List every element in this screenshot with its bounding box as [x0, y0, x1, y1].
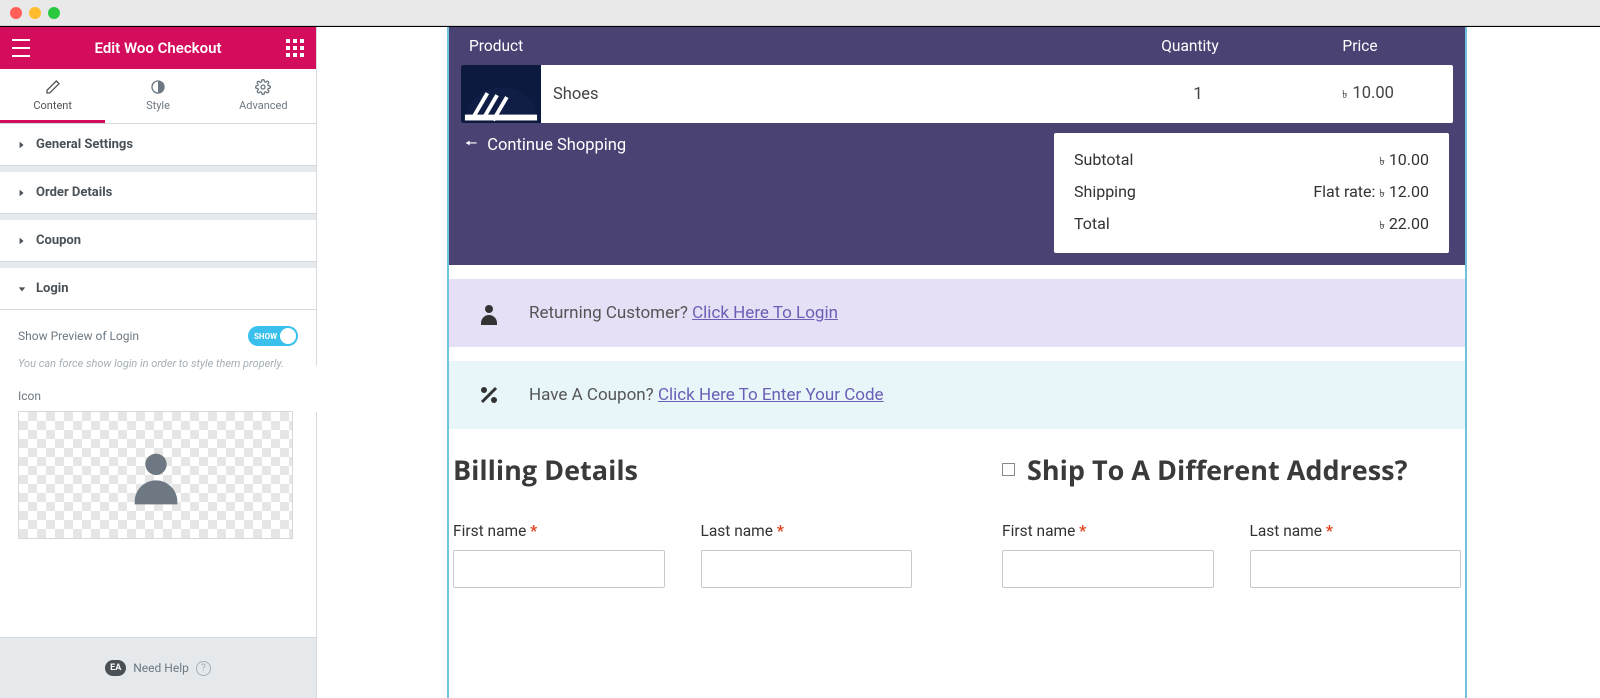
shipping-column: Ship To A Different Address? First name …: [1002, 451, 1461, 588]
subtotal-value: ৳10.00: [1379, 150, 1429, 172]
caret-right-icon: [18, 141, 26, 149]
sidebar-footer: EA Need Help ?: [0, 637, 316, 698]
ea-badge: EA: [105, 660, 126, 676]
user-icon: [124, 443, 188, 507]
section-login[interactable]: Login: [0, 268, 316, 310]
window-minimize-dot[interactable]: [29, 7, 41, 19]
coupon-banner: Have A Coupon? Click Here To Enter Your …: [449, 361, 1465, 429]
shipping-label: Shipping: [1074, 182, 1136, 204]
shipping-first-name-input[interactable]: [1002, 550, 1214, 588]
contrast-icon: [150, 79, 166, 95]
product-thumbnail: [461, 65, 541, 123]
product-qty: 1: [1113, 84, 1283, 104]
percent-icon: [477, 383, 501, 407]
shipping-last-name-label: Last name *: [1250, 522, 1462, 540]
section-coupon[interactable]: Coupon: [0, 220, 316, 262]
col-header-price: Price: [1275, 37, 1445, 55]
total-value: ৳22.00: [1379, 214, 1429, 236]
ship-different-checkbox[interactable]: [1002, 463, 1015, 476]
canvas: Product Quantity Price Shoes 1: [447, 27, 1467, 698]
caret-right-icon: [18, 237, 26, 245]
section-label: Order Details: [36, 185, 112, 200]
need-help-link[interactable]: Need Help: [133, 661, 189, 675]
help-icon[interactable]: ?: [196, 661, 211, 676]
sidebar-tabs: Content Style Advanced: [0, 69, 316, 124]
tab-content-label: Content: [33, 99, 72, 112]
apps-icon[interactable]: [286, 39, 304, 57]
shoe-icon: [462, 75, 540, 123]
user-icon: [477, 301, 501, 325]
shipping-last-name-input[interactable]: [1250, 550, 1462, 588]
window-close-dot[interactable]: [10, 7, 22, 19]
shipping-first-name-label: First name *: [1002, 522, 1214, 540]
toggle-state-label: SHOW: [248, 332, 277, 341]
billing-last-name-input[interactable]: [701, 550, 913, 588]
coupon-banner-text: Have A Coupon?: [529, 385, 654, 405]
billing-first-name-label: First name *: [453, 522, 665, 540]
caret-right-icon: [18, 189, 26, 197]
arrow-left-icon: 🠔: [465, 133, 477, 157]
icon-field-label: Icon: [18, 389, 298, 403]
show-preview-toggle[interactable]: SHOW: [248, 326, 298, 346]
order-summary: Product Quantity Price Shoes 1: [449, 27, 1465, 265]
caret-down-icon: [18, 285, 26, 293]
section-general-settings[interactable]: General Settings: [0, 124, 316, 166]
billing-last-name-label: Last name *: [701, 522, 913, 540]
col-header-quantity: Quantity: [1105, 37, 1275, 55]
shipping-title: Ship To A Different Address?: [1027, 451, 1407, 488]
product-name: Shoes: [541, 85, 1113, 104]
tab-style[interactable]: Style: [105, 69, 210, 123]
continue-shopping-link[interactable]: 🠔 Continue Shopping: [465, 133, 626, 157]
toggle-label: Show Preview of Login: [18, 329, 139, 343]
login-banner: Returning Customer? Click Here To Login: [449, 279, 1465, 347]
sidebar-title: Edit Woo Checkout: [30, 39, 286, 57]
product-price: ৳10.00: [1283, 84, 1453, 105]
sidebar-header: Edit Woo Checkout: [0, 27, 316, 69]
continue-shopping-label: Continue Shopping: [487, 136, 626, 155]
billing-first-name-input[interactable]: [453, 550, 665, 588]
checkout-forms: Billing Details First name * Last name *: [449, 451, 1465, 588]
order-totals: Subtotal ৳10.00 Shipping Flat rate: ৳12.…: [1054, 133, 1449, 253]
tab-advanced-label: Advanced: [239, 99, 287, 112]
menu-icon[interactable]: [12, 39, 30, 57]
billing-column: Billing Details First name * Last name *: [453, 451, 912, 588]
login-link[interactable]: Click Here To Login: [692, 303, 838, 323]
col-header-product: Product: [469, 37, 1105, 55]
preview-area: Product Quantity Price Shoes 1: [317, 27, 1600, 698]
editor-sidebar: Edit Woo Checkout Content Style Advanced: [0, 27, 317, 698]
section-order-details[interactable]: Order Details: [0, 172, 316, 214]
shipping-value: Flat rate: ৳12.00: [1313, 182, 1429, 204]
login-panel: Show Preview of Login SHOW You can force…: [0, 310, 316, 549]
toggle-help-text: You can force show login in order to sty…: [18, 356, 298, 373]
section-label: Login: [36, 281, 69, 296]
subtotal-label: Subtotal: [1074, 150, 1133, 172]
icon-picker[interactable]: [18, 411, 293, 539]
tab-style-label: Style: [146, 99, 170, 112]
billing-title: Billing Details: [453, 451, 912, 488]
sidebar-sections: General Settings Order Details Coupon Lo…: [0, 124, 316, 637]
section-label: Coupon: [36, 233, 81, 248]
gear-icon: [255, 79, 271, 95]
pencil-icon: [45, 79, 61, 95]
window-zoom-dot[interactable]: [48, 7, 60, 19]
tab-advanced[interactable]: Advanced: [211, 69, 316, 123]
total-label: Total: [1074, 214, 1110, 236]
window-titlebar: [0, 0, 1600, 26]
section-label: General Settings: [36, 137, 133, 152]
coupon-link[interactable]: Click Here To Enter Your Code: [658, 385, 884, 405]
order-item-row: Shoes 1 ৳10.00: [461, 65, 1453, 123]
tab-content[interactable]: Content: [0, 69, 105, 123]
login-banner-text: Returning Customer?: [529, 303, 688, 323]
